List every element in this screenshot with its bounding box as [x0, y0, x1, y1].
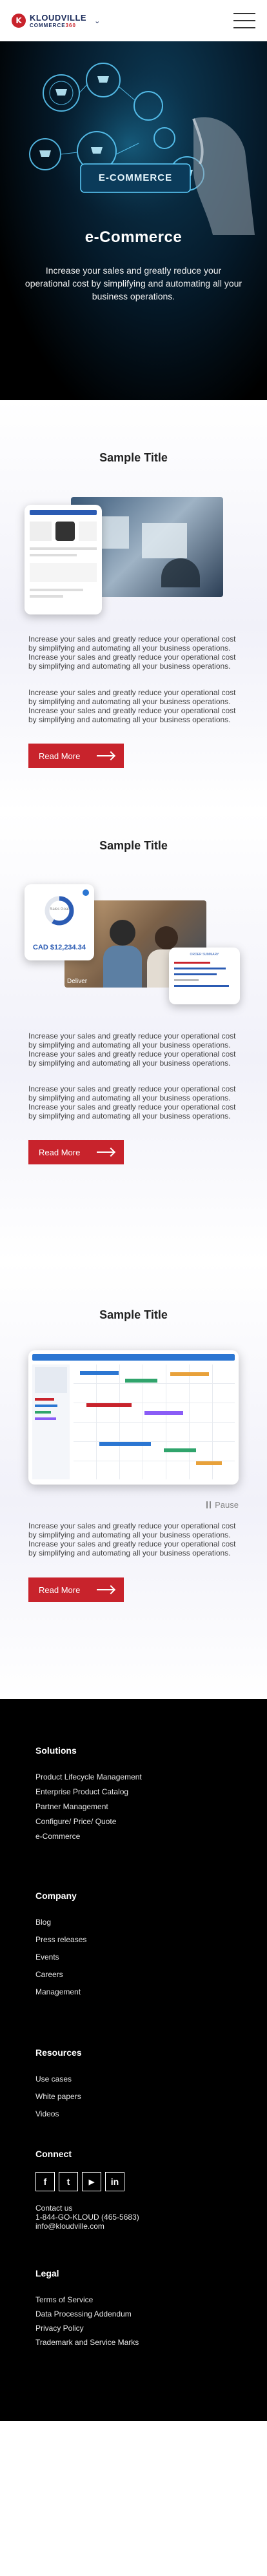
footer-heading-company: Company [35, 1891, 77, 1901]
hero-graphic [29, 63, 255, 235]
section-paragraph: Increase your sales and greatly reduce y… [28, 634, 236, 671]
linkedin-icon[interactable]: in [105, 2172, 124, 2191]
arrow-right-icon [97, 1589, 114, 1590]
footer-heading-solutions: Solutions [35, 1745, 77, 1756]
footer-legal-links: Terms of Service Data Processing Addendu… [35, 2295, 139, 2352]
footer-resources-links: Use cases White papers Videos [35, 2074, 81, 2127]
hero-title: e-Commerce [84, 228, 183, 246]
brand-logo[interactable]: K KLOUDVILLE COMMERCE360 ⌄ [12, 14, 100, 28]
feature-section-1: Sample Title Increase your sales and gre… [0, 400, 267, 811]
footer-link[interactable]: e-Commerce [35, 1832, 142, 1847]
read-more-label: Read More [39, 1147, 81, 1157]
section-paragraph: Increase your sales and greatly reduce y… [28, 1521, 236, 1557]
section-paragraph: Increase your sales and greatly reduce y… [28, 1084, 236, 1121]
arrow-right-icon [97, 1151, 114, 1153]
feature-section-2: Sample Title Deliver Sales Goal CAD $12,… [0, 811, 267, 1261]
footer-heading-legal: Legal [35, 2268, 59, 2278]
logo-name: KLOUDVILLE [30, 12, 87, 23]
footer-heading-resources: Resources [35, 2047, 82, 2058]
read-more-label: Read More [39, 1585, 81, 1595]
section-title: Sample Title [99, 451, 168, 464]
section-title: Sample Title [99, 839, 168, 852]
order-summary-card: ORDER SUMMARY [169, 948, 240, 1004]
logo-text: KLOUDVILLE COMMERCE360 [30, 14, 86, 28]
footer-solutions-links: Product Lifecycle Management Enterprise … [35, 1772, 142, 1847]
footer-link[interactable]: Careers [35, 1970, 86, 1987]
facebook-icon[interactable]: f [35, 2172, 55, 2191]
section-paragraph: Increase your sales and greatly reduce y… [28, 1031, 236, 1068]
feature-section-3: Sample Title Pause Increase your sales a… [0, 1261, 267, 1699]
logo-subtitle-suffix: 360 [65, 22, 76, 28]
arrow-right-icon [97, 755, 114, 756]
logo-mark: K [12, 14, 26, 28]
order-summary-title: ORDER SUMMARY [190, 953, 219, 957]
twitter-icon[interactable]: t [59, 2172, 78, 2191]
youtube-icon[interactable]: ▶ [82, 2172, 101, 2191]
contact-us-link[interactable]: Contact us [35, 2204, 139, 2213]
footer-link[interactable]: White papers [35, 2092, 81, 2109]
pause-label: Pause [215, 1500, 239, 1510]
sales-goal-amount: CAD $12,234.34 [33, 944, 86, 951]
hero-banner-text: E-COMMERCE [98, 172, 173, 183]
footer-link[interactable]: Configure/ Price/ Quote [35, 1817, 142, 1832]
section-title: Sample Title [99, 1308, 168, 1321]
sales-goal-label: Sales Goal [50, 908, 69, 911]
logo-subtitle-prefix: COMMERCE [30, 22, 66, 28]
sales-goal-card: Sales Goal CAD $12,234.34 [25, 884, 94, 960]
read-more-button[interactable]: Read More [28, 744, 124, 768]
read-more-button[interactable]: Read More [28, 1140, 124, 1164]
footer-link[interactable]: Use cases [35, 2074, 81, 2092]
photo-caption: Deliver [67, 978, 88, 985]
product-catalog-screenshot [25, 505, 102, 614]
footer-link[interactable]: Blog [35, 1918, 86, 1935]
contact-email[interactable]: info@kloudville.com [35, 2222, 139, 2231]
footer-link[interactable]: Videos [35, 2109, 81, 2127]
menu-icon[interactable] [233, 13, 255, 28]
contact-block: Contact us 1-844-GO-KLOUD (465-5683) inf… [35, 2204, 139, 2231]
footer-link[interactable]: Terms of Service [35, 2295, 139, 2309]
hero-description: Increase your sales and greatly reduce y… [25, 265, 242, 301]
hero-section: E-COMMERCE e-Commerce Increase your sale… [0, 41, 267, 400]
site-header: K KLOUDVILLE COMMERCE360 ⌄ [0, 0, 267, 41]
footer-link[interactable]: Product Lifecycle Management [35, 1772, 142, 1787]
read-more-label: Read More [39, 751, 81, 761]
pause-icon [206, 1501, 212, 1508]
contact-phone[interactable]: 1-844-GO-KLOUD (465-5683) [35, 2213, 139, 2222]
footer-link[interactable]: Management [35, 1987, 86, 2005]
footer-link[interactable]: Enterprise Product Catalog [35, 1787, 142, 1802]
chevron-down-icon[interactable]: ⌄ [94, 17, 100, 25]
calendar-screenshot [28, 1350, 239, 1485]
logo-subtitle: COMMERCE360 [30, 23, 86, 28]
footer-link[interactable]: Privacy Policy [35, 2324, 139, 2338]
footer-company-links: Blog Press releases Events Careers Manag… [35, 1918, 86, 2005]
read-more-button[interactable]: Read More [28, 1577, 124, 1602]
footer-link[interactable]: Partner Management [35, 1802, 142, 1817]
footer-link[interactable]: Data Processing Addendum [35, 2309, 139, 2324]
pause-button[interactable]: Pause [206, 1500, 239, 1510]
footer-link[interactable]: Events [35, 1952, 86, 1970]
footer-heading-connect: Connect [35, 2149, 72, 2159]
footer-link[interactable]: Trademark and Service Marks [35, 2338, 139, 2352]
section-paragraph: Increase your sales and greatly reduce y… [28, 688, 236, 724]
footer-link[interactable]: Press releases [35, 1935, 86, 1952]
social-links: f t ▶ in [35, 2172, 124, 2191]
info-icon [83, 889, 89, 896]
site-footer: Solutions Product Lifecycle Management E… [0, 1699, 267, 2421]
